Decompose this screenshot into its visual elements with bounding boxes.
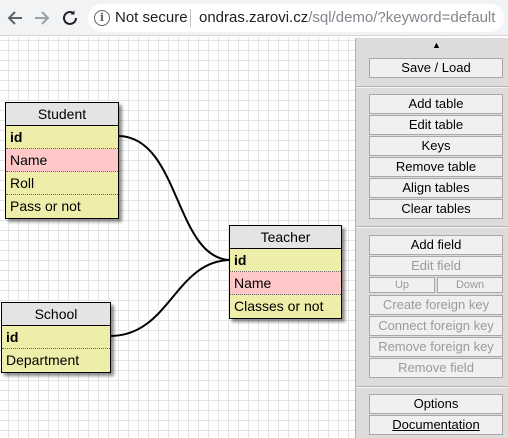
field-teacher-classes[interactable]: Classes or not — [230, 295, 341, 318]
table-teacher[interactable]: Teacher id Name Classes or not — [229, 225, 342, 319]
remove-foreign-key-button[interactable]: Remove foreign key — [369, 337, 503, 357]
field-student-roll[interactable]: Roll — [6, 172, 118, 195]
field-school-id[interactable]: id — [2, 326, 110, 349]
side-panel: ▲ Save / Load Add table Edit table Keys … — [355, 38, 508, 438]
field-school-department[interactable]: Department — [2, 349, 110, 372]
forward-arrow-icon[interactable] — [30, 6, 54, 30]
clear-tables-button[interactable]: Clear tables — [369, 199, 503, 219]
field-teacher-name[interactable]: Name — [230, 272, 341, 295]
collapse-arrow-icon[interactable]: ▲ — [432, 40, 441, 50]
keys-button[interactable]: Keys — [369, 136, 503, 156]
align-tables-button[interactable]: Align tables — [369, 178, 503, 198]
omnibox-divider — [190, 9, 191, 27]
back-arrow-icon[interactable] — [3, 6, 27, 30]
reload-icon[interactable] — [58, 6, 82, 30]
table-teacher-title[interactable]: Teacher — [230, 226, 341, 249]
browser-toolbar: i Not secure ondras.zarovi.cz/sql/demo/?… — [0, 0, 508, 36]
connect-foreign-key-button[interactable]: Connect foreign key — [369, 316, 503, 336]
url-host: ondras.zarovi.cz — [199, 9, 309, 26]
move-down-button[interactable]: Down — [437, 277, 503, 293]
address-bar[interactable]: i Not secure ondras.zarovi.cz/sql/demo/?… — [88, 4, 504, 32]
table-school-title[interactable]: School — [2, 303, 110, 326]
field-student-name[interactable]: Name — [6, 149, 118, 172]
url-path: /sql/demo/?keyword=default — [308, 9, 496, 26]
move-up-button[interactable]: Up — [369, 277, 435, 293]
field-teacher-id[interactable]: id — [230, 249, 341, 272]
create-foreign-key-button[interactable]: Create foreign key — [369, 295, 503, 315]
documentation-link[interactable]: Documentation — [369, 415, 503, 435]
add-field-button[interactable]: Add field — [369, 235, 503, 255]
security-label: Not secure — [115, 9, 188, 26]
save-load-button[interactable]: Save / Load — [369, 58, 503, 78]
options-button[interactable]: Options — [369, 394, 503, 414]
add-table-button[interactable]: Add table — [369, 94, 503, 114]
edit-field-button[interactable]: Edit field — [369, 256, 503, 276]
table-student-title[interactable]: Student — [6, 103, 118, 126]
field-student-id[interactable]: id — [6, 126, 118, 149]
panel-divider — [356, 86, 508, 88]
table-school[interactable]: School id Department — [1, 302, 111, 373]
panel-divider — [356, 386, 508, 388]
table-student[interactable]: Student id Name Roll Pass or not — [5, 102, 119, 219]
url-text: ondras.zarovi.cz/sql/demo/?keyword=defau… — [199, 9, 495, 26]
info-icon[interactable]: i — [94, 10, 110, 26]
field-student-pass[interactable]: Pass or not — [6, 195, 118, 218]
remove-field-button[interactable]: Remove field — [369, 358, 503, 378]
edit-table-button[interactable]: Edit table — [369, 115, 503, 135]
panel-divider — [356, 226, 508, 228]
remove-table-button[interactable]: Remove table — [369, 157, 503, 177]
